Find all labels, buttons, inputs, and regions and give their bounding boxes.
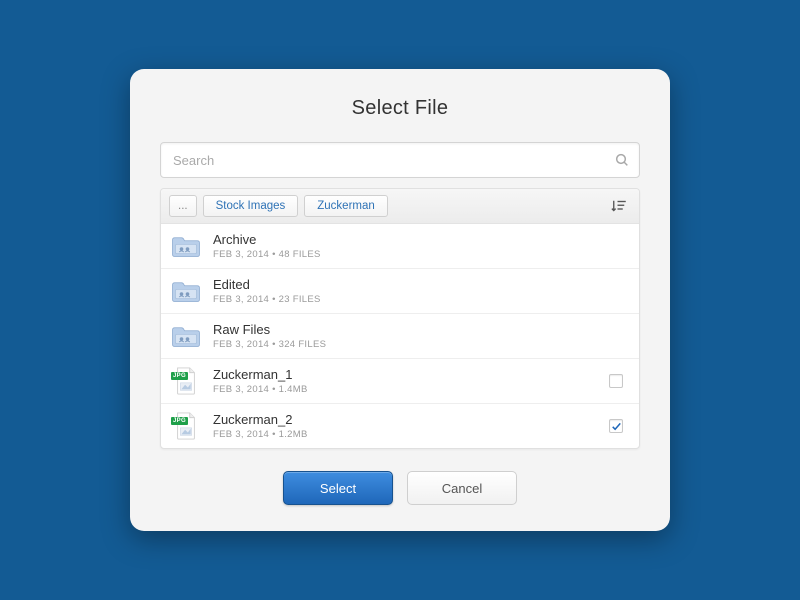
- row-name: Zuckerman_1: [213, 367, 593, 382]
- file-row[interactable]: JPG Zuckerman_2 FEB 3, 20141.2MB: [161, 404, 639, 448]
- search-input[interactable]: [160, 142, 640, 178]
- row-main: Zuckerman_2 FEB 3, 20141.2MB: [213, 412, 593, 440]
- row-icon-cell: [171, 279, 201, 303]
- row-meta: FEB 3, 20141.4MB: [213, 384, 593, 395]
- row-main: Edited FEB 3, 201423 FILES: [213, 277, 593, 305]
- folder-icon: [171, 324, 201, 348]
- breadcrumb-item-1[interactable]: Zuckerman: [304, 195, 388, 217]
- file-select-dialog: Select File ... Stock Images Zuckerman: [130, 69, 670, 531]
- row-icon-cell: JPG: [171, 412, 201, 440]
- select-button[interactable]: Select: [283, 471, 393, 505]
- file-list: Archive FEB 3, 201448 FILES Edited FEB 3, 2…: [161, 224, 639, 448]
- breadcrumb-root[interactable]: ...: [169, 195, 197, 217]
- row-name: Zuckerman_2: [213, 412, 593, 427]
- row-meta: FEB 3, 201448 FILES: [213, 249, 593, 260]
- row-meta: FEB 3, 201423 FILES: [213, 294, 593, 305]
- file-panel: ... Stock Images Zuckerman Archive FEB 3,…: [160, 188, 640, 449]
- row-name: Archive: [213, 232, 593, 247]
- folder-row[interactable]: Raw Files FEB 3, 2014324 FILES: [161, 314, 639, 359]
- row-icon-cell: [171, 234, 201, 258]
- row-name: Edited: [213, 277, 593, 292]
- folder-icon: [171, 234, 201, 258]
- breadcrumb-item-0[interactable]: Stock Images: [203, 195, 299, 217]
- row-main: Raw Files FEB 3, 2014324 FILES: [213, 322, 593, 350]
- row-main: Archive FEB 3, 201448 FILES: [213, 232, 593, 260]
- row-meta: FEB 3, 2014324 FILES: [213, 339, 593, 350]
- row-main: Zuckerman_1 FEB 3, 20141.4MB: [213, 367, 593, 395]
- file-row[interactable]: JPG Zuckerman_1 FEB 3, 20141.4MB: [161, 359, 639, 404]
- row-checkbox[interactable]: [609, 374, 623, 388]
- row-icon-cell: [171, 324, 201, 348]
- row-name: Raw Files: [213, 322, 593, 337]
- row-check-cell: [605, 374, 627, 388]
- folder-row[interactable]: Edited FEB 3, 201423 FILES: [161, 269, 639, 314]
- file-badge: JPG: [171, 417, 188, 425]
- row-checkbox[interactable]: [609, 419, 623, 433]
- row-meta: FEB 3, 20141.2MB: [213, 429, 593, 440]
- dialog-title: Select File: [160, 97, 640, 120]
- breadcrumb-toolbar: ... Stock Images Zuckerman: [161, 189, 639, 224]
- folder-row[interactable]: Archive FEB 3, 201448 FILES: [161, 224, 639, 269]
- cancel-button[interactable]: Cancel: [407, 471, 517, 505]
- check-icon: [611, 421, 622, 432]
- dialog-footer: Select Cancel: [160, 471, 640, 505]
- sort-button[interactable]: [607, 195, 631, 217]
- folder-icon: [171, 279, 201, 303]
- row-icon-cell: JPG: [171, 367, 201, 395]
- file-badge: JPG: [171, 372, 188, 380]
- row-check-cell: [605, 419, 627, 433]
- search-wrap: [160, 142, 640, 178]
- sort-icon: [610, 197, 628, 215]
